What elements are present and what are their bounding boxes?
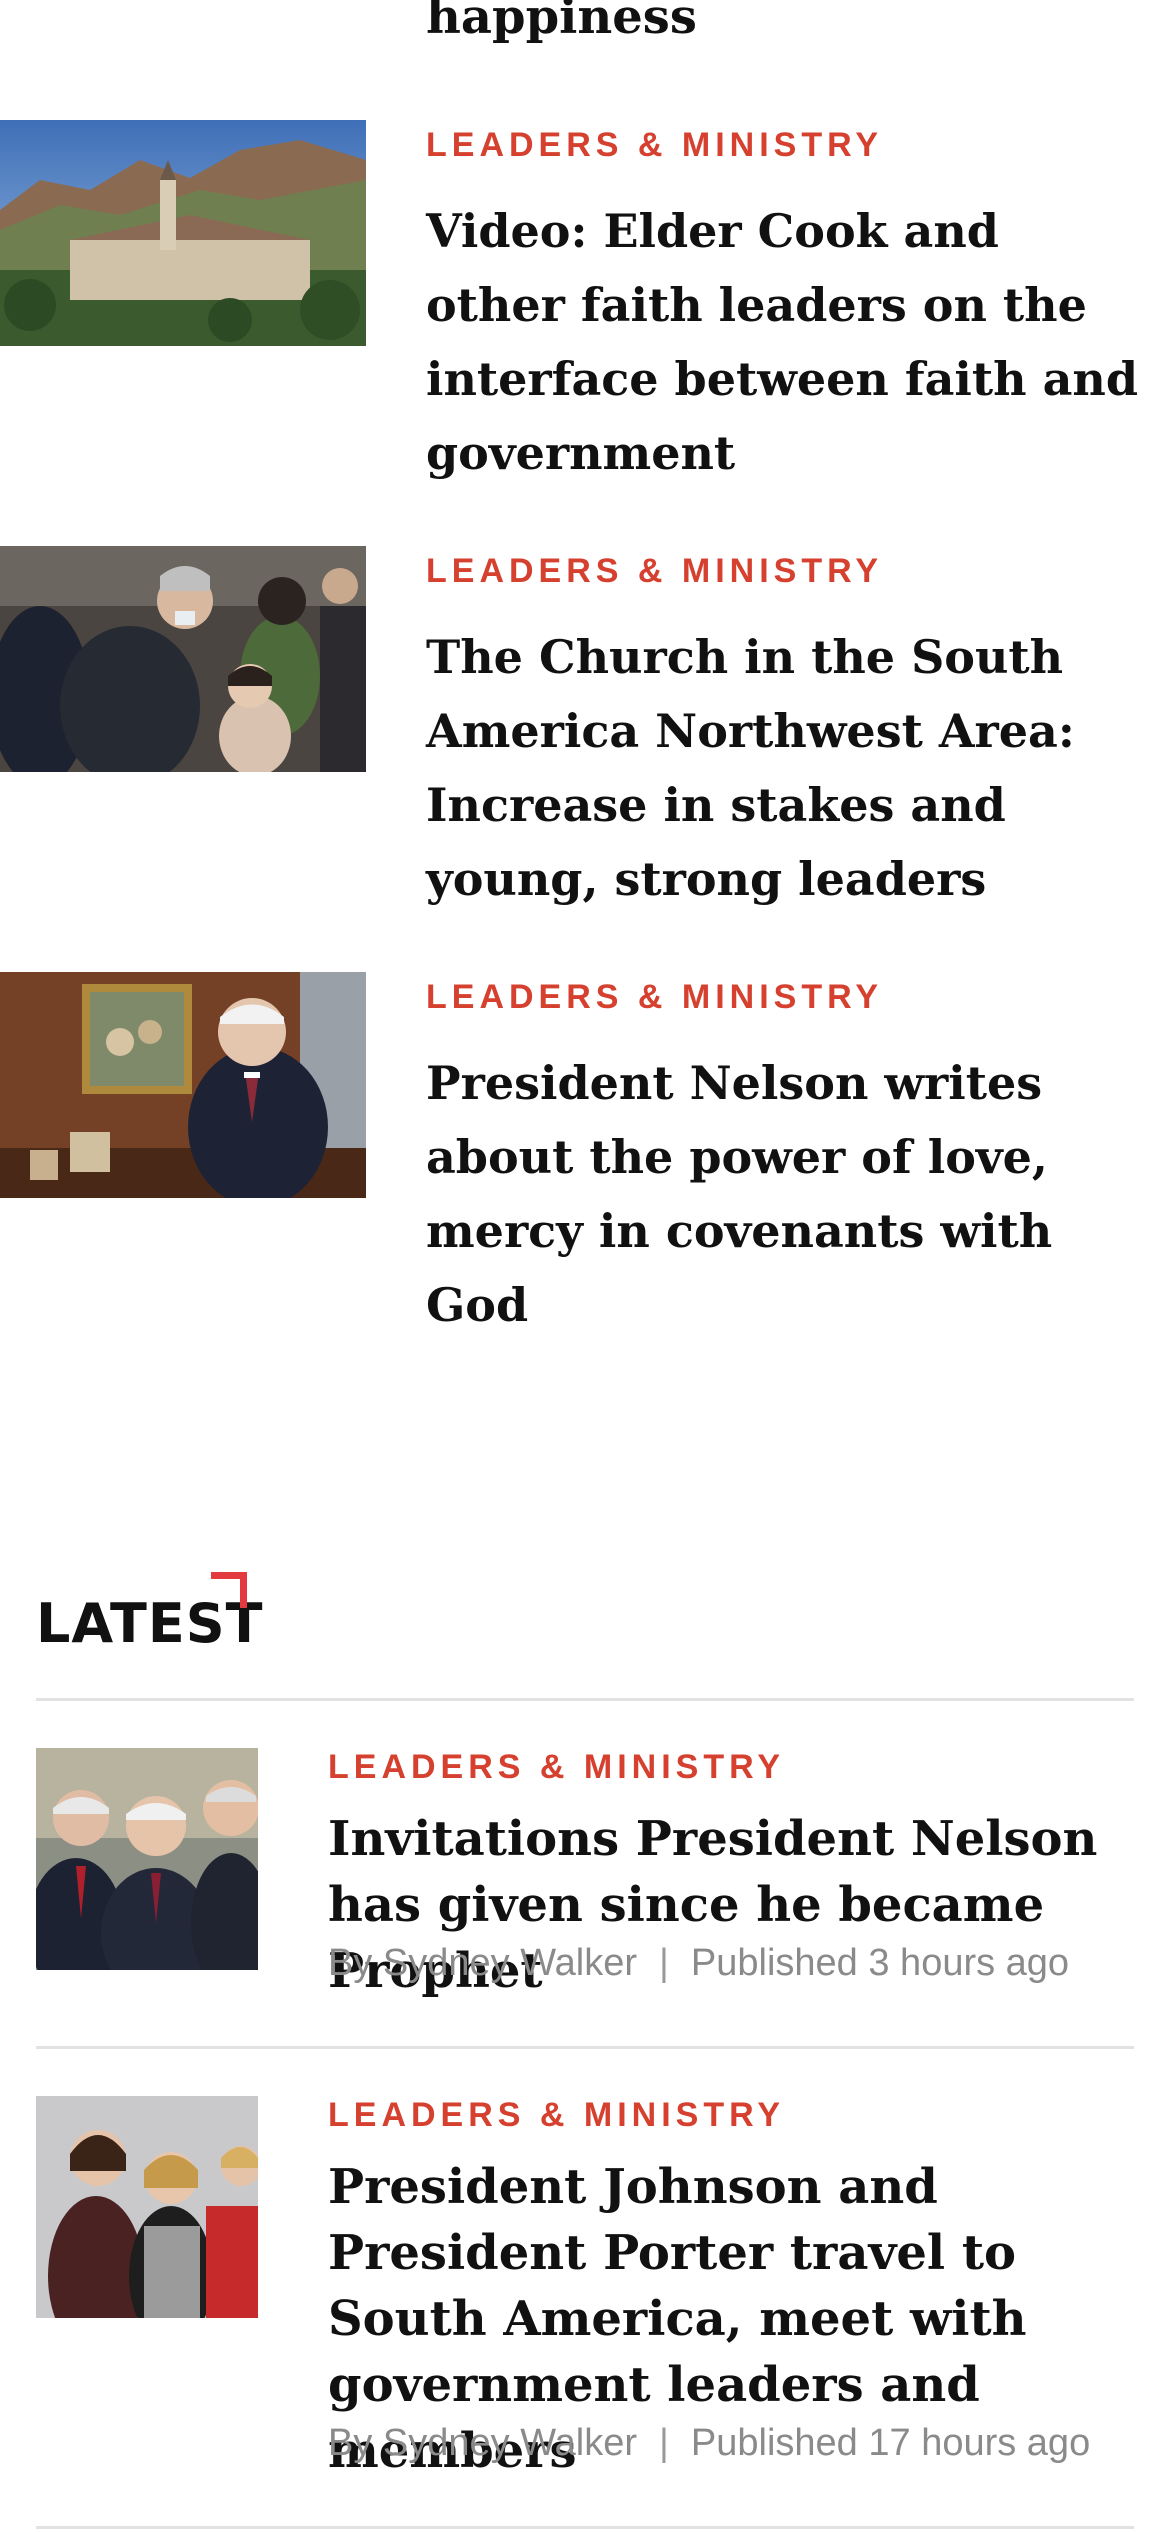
story-category[interactable]: LEADERS & MINISTRY — [426, 978, 883, 1017]
latest-list-item[interactable]: LEADERS & MINISTRY Invitations President… — [36, 1748, 1134, 1999]
story-category[interactable]: LEADERS & MINISTRY — [426, 552, 883, 591]
list-divider — [36, 2526, 1134, 2529]
published-time: Published 3 hours ago — [690, 1942, 1070, 1984]
story-category[interactable]: LEADERS & MINISTRY — [328, 1748, 785, 1787]
related-story-card[interactable]: LEADERS & MINISTRY President Nelson writ… — [0, 972, 1170, 1352]
author-name[interactable]: By Sydney Walker — [328, 1942, 637, 1984]
author-name[interactable]: By Sydney Walker — [328, 2422, 637, 2464]
story-thumbnail[interactable] — [36, 1748, 258, 1970]
story-thumbnail[interactable] — [0, 120, 366, 346]
story-thumbnail[interactable] — [0, 546, 366, 772]
story-byline: By Sydney Walker | Published 17 hours ago — [328, 2422, 1090, 2465]
story-headline[interactable]: Video: Elder Cook and other faith leader… — [426, 194, 1146, 490]
list-divider — [36, 2046, 1134, 2049]
latest-section-header: LATEST — [36, 1572, 276, 1655]
latest-list-item[interactable]: LEADERS & MINISTRY President Johnson and… — [36, 2096, 1134, 2496]
previous-headline-fragment[interactable]: happiness — [426, 0, 697, 42]
related-story-card[interactable]: LEADERS & MINISTRY The Church in the Sou… — [0, 546, 1170, 926]
related-story-card[interactable]: LEADERS & MINISTRY Video: Elder Cook and… — [0, 120, 1170, 480]
story-category[interactable]: LEADERS & MINISTRY — [426, 126, 883, 165]
corner-accent-icon — [211, 1572, 247, 1608]
published-time: Published 17 hours ago — [690, 2422, 1091, 2464]
story-headline[interactable]: The Church in the South America Northwes… — [426, 620, 1146, 916]
section-divider — [36, 1698, 1134, 1701]
story-category[interactable]: LEADERS & MINISTRY — [328, 2096, 785, 2135]
story-byline: By Sydney Walker | Published 3 hours ago — [328, 1942, 1069, 1985]
byline-separator: | — [659, 1942, 669, 1984]
byline-separator: | — [659, 2422, 669, 2464]
story-thumbnail[interactable] — [0, 972, 366, 1198]
story-thumbnail[interactable] — [36, 2096, 258, 2318]
story-headline[interactable]: President Nelson writes about the power … — [426, 1046, 1146, 1342]
